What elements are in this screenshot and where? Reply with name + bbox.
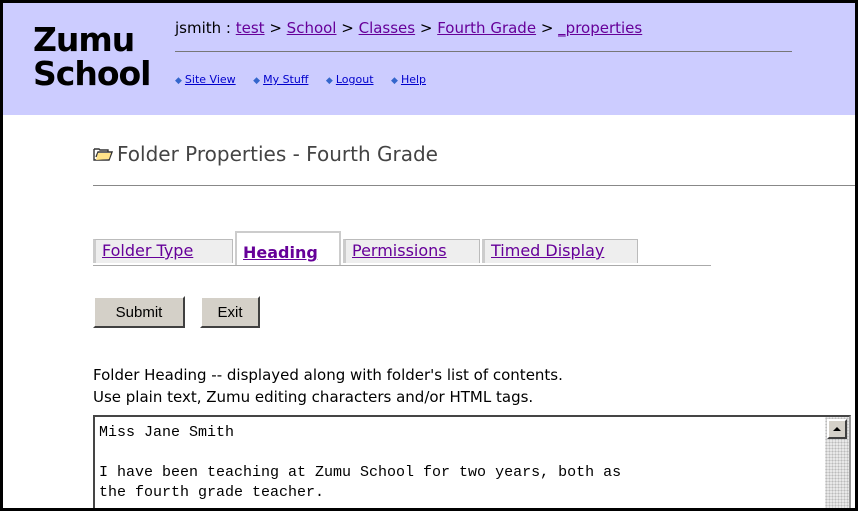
description-line-1: Folder Heading -- displayed along with f…	[93, 366, 563, 384]
tab-folder-type[interactable]: Folder Type	[93, 239, 233, 263]
diamond-bullet-icon: ◆	[175, 76, 182, 86]
breadcrumb-separator: :	[221, 19, 236, 37]
breadcrumb-separator: >	[536, 19, 559, 37]
breadcrumb-separator: >	[264, 19, 287, 37]
title-divider	[93, 185, 855, 186]
tab-timed-display[interactable]: Timed Display	[482, 239, 638, 263]
breadcrumb-link-school[interactable]: School	[287, 19, 337, 37]
breadcrumb-divider	[175, 51, 792, 52]
open-folder-icon	[93, 148, 114, 161]
heading-description: Folder Heading -- displayed along with f…	[93, 364, 563, 408]
nav-site-view-link[interactable]: Site View	[185, 73, 236, 86]
diamond-bullet-icon: ◆	[325, 76, 333, 86]
breadcrumb-separator: >	[415, 19, 438, 37]
breadcrumb-link-fourth-grade[interactable]: Fourth Grade	[437, 19, 536, 37]
nav-logout-link[interactable]: Logout	[336, 73, 374, 86]
scroll-up-arrow-icon	[833, 427, 841, 431]
textarea-scrollbar[interactable]	[825, 417, 849, 508]
tab-divider	[93, 265, 711, 266]
scroll-up-button[interactable]	[827, 419, 847, 439]
nav-help-link[interactable]: Help	[401, 73, 426, 86]
page-title: Folder Properties - Fourth Grade	[93, 142, 438, 166]
breadcrumb-separator: >	[336, 19, 359, 37]
header-bar: Zumu School jsmith : test > School > Cla…	[3, 3, 855, 115]
diamond-bullet-icon: ◆	[253, 76, 261, 86]
folder-heading-text[interactable]: Miss Jane Smith I have been teaching at …	[95, 417, 825, 508]
logo-line-1: Zumu	[33, 20, 135, 59]
breadcrumb: jsmith : test > School > Classes > Fourt…	[175, 19, 642, 37]
tab-heading[interactable]: Heading	[235, 231, 341, 265]
logo-line-2: School	[33, 54, 151, 93]
submit-button[interactable]: Submit	[93, 296, 185, 328]
exit-button[interactable]: Exit	[200, 296, 260, 328]
top-nav: ◆ Site View ◆ My Stuff ◆ Logout ◆ Help	[175, 73, 440, 86]
nav-my-stuff-link[interactable]: My Stuff	[263, 73, 308, 86]
breadcrumb-link-test[interactable]: test	[236, 19, 265, 37]
zumu-school-logo[interactable]: Zumu School	[33, 20, 151, 93]
tab-permissions[interactable]: Permissions	[343, 239, 480, 263]
page-frame: Zumu School jsmith : test > School > Cla…	[0, 0, 858, 511]
breadcrumb-user: jsmith	[175, 19, 222, 37]
page-title-text: Folder Properties - Fourth Grade	[117, 142, 438, 166]
breadcrumb-link-properties[interactable]: _properties	[558, 19, 642, 37]
diamond-bullet-icon: ◆	[391, 76, 398, 86]
breadcrumb-link-classes[interactable]: Classes	[359, 19, 416, 37]
description-line-2: Use plain text, Zumu editing characters …	[93, 388, 534, 406]
folder-heading-textarea[interactable]: Miss Jane Smith I have been teaching at …	[93, 415, 851, 508]
